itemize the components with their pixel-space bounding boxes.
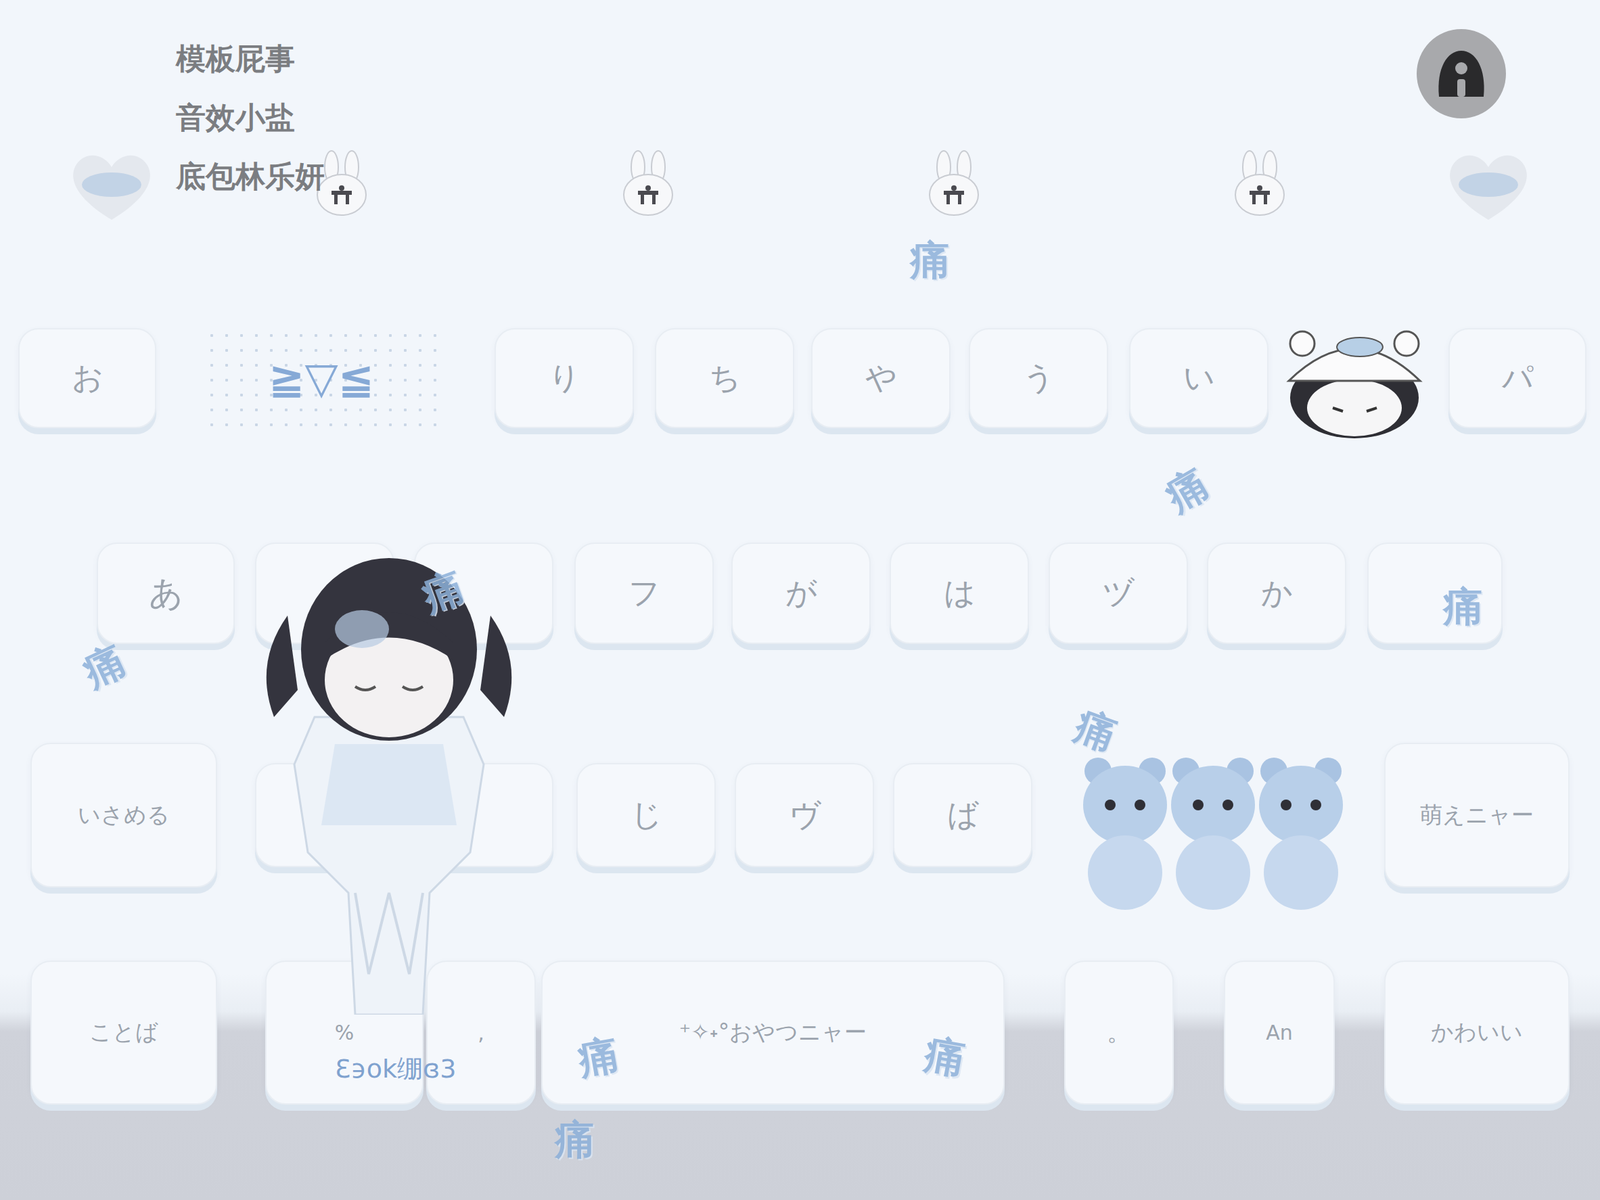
candidate-bar[interactable]: ≧▽≦: [204, 328, 439, 429]
key[interactable]: フ: [574, 542, 714, 645]
bunny-icon: [1229, 150, 1291, 218]
bears-illustration: [1070, 737, 1357, 914]
pain-stamp: 痛: [1439, 583, 1488, 631]
info-button[interactable]: [1416, 29, 1506, 119]
key[interactable]: ば: [893, 763, 1033, 868]
pain-stamp: 痛: [551, 1116, 599, 1164]
key-row: お ≧▽≦ りちやうい パ: [0, 328, 1600, 429]
key[interactable]: じ: [576, 763, 716, 868]
key[interactable]: や: [811, 328, 951, 429]
key[interactable]: ことば: [30, 960, 218, 1105]
credit-line: 音效小盐: [175, 87, 325, 147]
credits: 模板屁事音效小盐底包林乐妍: [175, 29, 325, 206]
key-row: いさめる じヴば 萌えニャー: [0, 742, 1600, 888]
girl-decoration: [233, 541, 545, 1015]
keyboard-skin: 模板屁事音效小盐底包林乐妍お ≧▽≦ りちやうい パあ フがはヅかいさめる じヴば 萌えニャ…: [0, 0, 1600, 1200]
keyboard: お≧▽≦りちやういパあフがはヅかいさめるじヴば萌えニャーことば%,⁺✧˖°おやつ…: [0, 328, 1600, 1105]
key[interactable]: う: [968, 328, 1109, 429]
heart-icon: [64, 145, 159, 227]
key[interactable]: ヅ: [1048, 542, 1188, 645]
sticker-text: Ɛ϶ok绷ɞ3: [334, 1052, 456, 1087]
key[interactable]: パ: [1448, 328, 1587, 429]
credit-line: 模板屁事: [175, 29, 325, 88]
bunny-icon: [923, 150, 985, 218]
bunny-decoration: [617, 150, 679, 218]
pain-stamp: 痛: [906, 236, 954, 285]
girl-illustration: [233, 541, 545, 1015]
key[interactable]: 萌えニャー: [1384, 742, 1570, 888]
bunny-decoration: [1229, 150, 1291, 218]
key[interactable]: An: [1223, 960, 1335, 1105]
pain-stamp: 痛: [570, 1029, 626, 1085]
key[interactable]: か: [1206, 542, 1347, 645]
heart-icon: [1441, 145, 1536, 227]
credit-line: 底包林乐妍: [175, 146, 325, 206]
key[interactable]: ち: [654, 328, 795, 429]
key[interactable]: いさめる: [30, 742, 218, 888]
key[interactable]: かわいい: [1384, 960, 1570, 1105]
heart-decoration: [64, 145, 159, 227]
key[interactable]: は: [889, 542, 1030, 645]
blank-key[interactable]: [255, 763, 395, 868]
key[interactable]: が: [731, 542, 871, 645]
pain-stamp: 痛: [917, 1029, 973, 1085]
bunny-icon: [617, 150, 679, 218]
bears-decoration: [1070, 737, 1357, 914]
chibi-illustration: [1275, 316, 1434, 449]
heart-decoration: [1441, 145, 1536, 227]
blank-key[interactable]: [255, 542, 395, 645]
pain-stamp: 痛: [1065, 700, 1127, 762]
key[interactable]: お: [18, 328, 157, 429]
key[interactable]: り: [494, 328, 634, 429]
key-row: ことば%,⁺✧˖°おやつニャー。Anかわいい: [0, 960, 1600, 1105]
chibi-decoration: [1275, 316, 1434, 449]
key-row: あ フがはヅか: [0, 542, 1600, 645]
header: 模板屁事音效小盐底包林乐妍: [0, 0, 1600, 329]
pain-stamp: 痛: [73, 634, 136, 698]
key[interactable]: あ: [96, 542, 235, 645]
blank-key[interactable]: [414, 763, 554, 868]
key[interactable]: ヴ: [734, 763, 875, 868]
info-icon: [1433, 48, 1490, 100]
key[interactable]: 。: [1064, 960, 1174, 1105]
bunny-decoration: [923, 150, 985, 218]
pain-stamp: 痛: [1154, 458, 1220, 523]
key[interactable]: い: [1129, 328, 1269, 429]
